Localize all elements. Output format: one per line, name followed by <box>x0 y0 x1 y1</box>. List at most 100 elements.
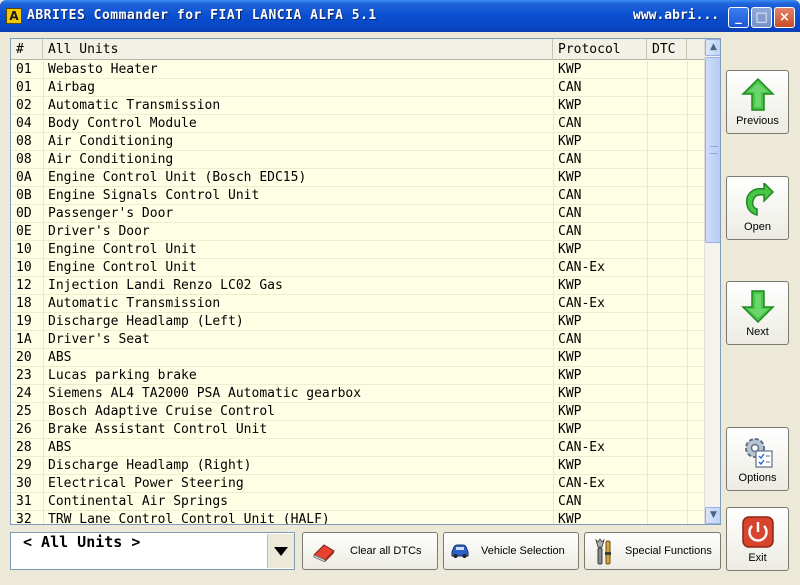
clear-dtcs-label: Clear all DTCs <box>350 545 422 557</box>
vehicle-selection-button[interactable]: Vehicle Selection <box>443 532 579 570</box>
unit-number: 08 <box>16 152 32 167</box>
unit-protocol: CAN <box>558 332 582 347</box>
unit-number: 04 <box>16 116 32 131</box>
unit-protocol: CAN <box>558 80 582 95</box>
unit-number: 25 <box>16 404 32 419</box>
table-row[interactable]: 08 Air Conditioning CAN <box>11 151 704 169</box>
table-row[interactable]: 1A Driver's Seat CAN <box>11 331 704 349</box>
clear-dtcs-button[interactable]: Clear all DTCs <box>302 532 438 570</box>
close-button[interactable]: × <box>774 7 795 28</box>
unit-number: 28 <box>16 440 32 455</box>
unit-filter-dropdown[interactable]: < All Units > <box>10 532 295 570</box>
unit-name: Air Conditioning <box>48 152 174 167</box>
unit-protocol: CAN-Ex <box>558 440 605 455</box>
table-row[interactable]: 23 Lucas parking brake KWP <box>11 367 704 385</box>
table-row[interactable]: 31 Continental Air Springs CAN <box>11 493 704 511</box>
table-row[interactable]: 0D Passenger's Door CAN <box>11 205 704 223</box>
unit-name: Engine Control Unit <box>48 242 197 257</box>
table-row[interactable]: 20 ABS KWP <box>11 349 704 367</box>
dropdown-toggle[interactable] <box>267 534 294 568</box>
table-row[interactable]: 0E Driver's Door CAN <box>11 223 704 241</box>
unit-name: Lucas parking brake <box>48 368 197 383</box>
table-row[interactable]: 25 Bosch Adaptive Cruise Control KWP <box>11 403 704 421</box>
unit-name: Discharge Headlamp (Right) <box>48 458 252 473</box>
table-row[interactable]: 08 Air Conditioning KWP <box>11 133 704 151</box>
unit-protocol: KWP <box>558 98 582 113</box>
minimize-button[interactable]: _ <box>728 7 749 28</box>
unit-number: 10 <box>16 242 32 257</box>
eraser-icon <box>313 544 335 562</box>
table-row[interactable]: 04 Body Control Module CAN <box>11 115 704 133</box>
window-title: ABRITES Commander for FIAT LANCIA ALFA 5… <box>27 8 377 23</box>
unit-name: Brake Assistant Control Unit <box>48 422 268 437</box>
column-header-number[interactable]: # <box>11 39 43 60</box>
unit-protocol: CAN-Ex <box>558 260 605 275</box>
unit-number: 20 <box>16 350 32 365</box>
unit-name: Electrical Power Steering <box>48 476 244 491</box>
open-label: Open <box>744 221 771 233</box>
unit-protocol: KWP <box>558 404 582 419</box>
unit-protocol: KWP <box>558 134 582 149</box>
unit-number: 01 <box>16 62 32 77</box>
exit-button[interactable]: Exit <box>726 507 789 571</box>
power-icon <box>742 516 774 548</box>
table-row[interactable]: 29 Discharge Headlamp (Right) KWP <box>11 457 704 475</box>
options-gear-icon <box>745 438 773 468</box>
table-row[interactable]: 26 Brake Assistant Control Unit KWP <box>11 421 704 439</box>
unit-name: ABS <box>48 350 72 365</box>
column-header-all-units[interactable]: All Units <box>43 39 553 60</box>
unit-number: 10 <box>16 260 32 275</box>
unit-name: Air Conditioning <box>48 134 174 149</box>
next-button[interactable]: Next <box>726 281 789 345</box>
unit-number: 0D <box>16 206 32 221</box>
options-button[interactable]: Options <box>726 427 789 491</box>
scroll-up-button[interactable]: ▲ <box>705 39 720 56</box>
previous-label: Previous <box>736 115 779 127</box>
options-label: Options <box>738 472 777 484</box>
unit-protocol: KWP <box>558 242 582 257</box>
table-row[interactable]: 32 TRW Lane Control Control Unit (HALF) KW… <box>11 511 704 525</box>
unit-number: 30 <box>16 476 32 491</box>
unit-name: TRW Lane Control Control Unit (HALF) <box>48 512 330 525</box>
unit-name: Siemens AL4 TA2000 PSA Automatic gearbox <box>48 386 362 401</box>
column-header-dtc[interactable]: DTC <box>647 39 687 60</box>
special-functions-button[interactable]: Special Functions <box>584 532 721 570</box>
unit-protocol: CAN <box>558 188 582 203</box>
table-row[interactable]: 24 Siemens AL4 TA2000 PSA Automatic gearb… <box>11 385 704 403</box>
table-row[interactable]: 18 Automatic Transmission CAN-Ex <box>11 295 704 313</box>
table-row[interactable]: 10 Engine Control Unit CAN-Ex <box>11 259 704 277</box>
unit-name: Automatic Transmission <box>48 98 221 113</box>
table-row[interactable]: 0A Engine Control Unit (Bosch EDC15) KWP <box>11 169 704 187</box>
unit-protocol: KWP <box>558 62 582 77</box>
table-row[interactable]: 12 Injection Landi Renzo LC02 Gas KWP <box>11 277 704 295</box>
table-row[interactable]: 30 Electrical Power Steering CAN-Ex <box>11 475 704 493</box>
unit-protocol: CAN <box>558 494 582 509</box>
table-row[interactable]: 10 Engine Control Unit KWP <box>11 241 704 259</box>
unit-protocol: KWP <box>558 422 582 437</box>
scroll-thumb[interactable] <box>705 57 720 243</box>
table-row[interactable]: 01 Airbag CAN <box>11 79 704 97</box>
unit-name: Engine Signals Control Unit <box>48 188 260 203</box>
maximize-button[interactable]: □ <box>751 7 772 28</box>
table-row[interactable]: 28 ABS CAN-Ex <box>11 439 704 457</box>
table-row[interactable]: 0B Engine Signals Control Unit CAN <box>11 187 704 205</box>
unit-name: Driver's Seat <box>48 332 150 347</box>
arrow-up-icon <box>741 77 775 111</box>
unit-number: 26 <box>16 422 32 437</box>
scroll-down-button[interactable]: ▼ <box>705 507 720 524</box>
vertical-scrollbar[interactable]: ▲ ▼ <box>704 39 720 524</box>
table-row[interactable]: 02 Automatic Transmission KWP <box>11 97 704 115</box>
app-logo-icon: A <box>6 8 22 24</box>
unit-name: Discharge Headlamp (Left) <box>48 314 244 329</box>
previous-button[interactable]: Previous <box>726 70 789 134</box>
unit-number: 29 <box>16 458 32 473</box>
open-button[interactable]: Open <box>726 176 789 240</box>
table-row[interactable]: 19 Discharge Headlamp (Left) KWP <box>11 313 704 331</box>
unit-number: 18 <box>16 296 32 311</box>
unit-name: Continental Air Springs <box>48 494 229 509</box>
unit-protocol: CAN-Ex <box>558 296 605 311</box>
unit-number: 08 <box>16 134 32 149</box>
column-header-protocol[interactable]: Protocol <box>553 39 647 60</box>
exit-label: Exit <box>748 552 767 564</box>
table-row[interactable]: 01 Webasto Heater KWP <box>11 61 704 79</box>
